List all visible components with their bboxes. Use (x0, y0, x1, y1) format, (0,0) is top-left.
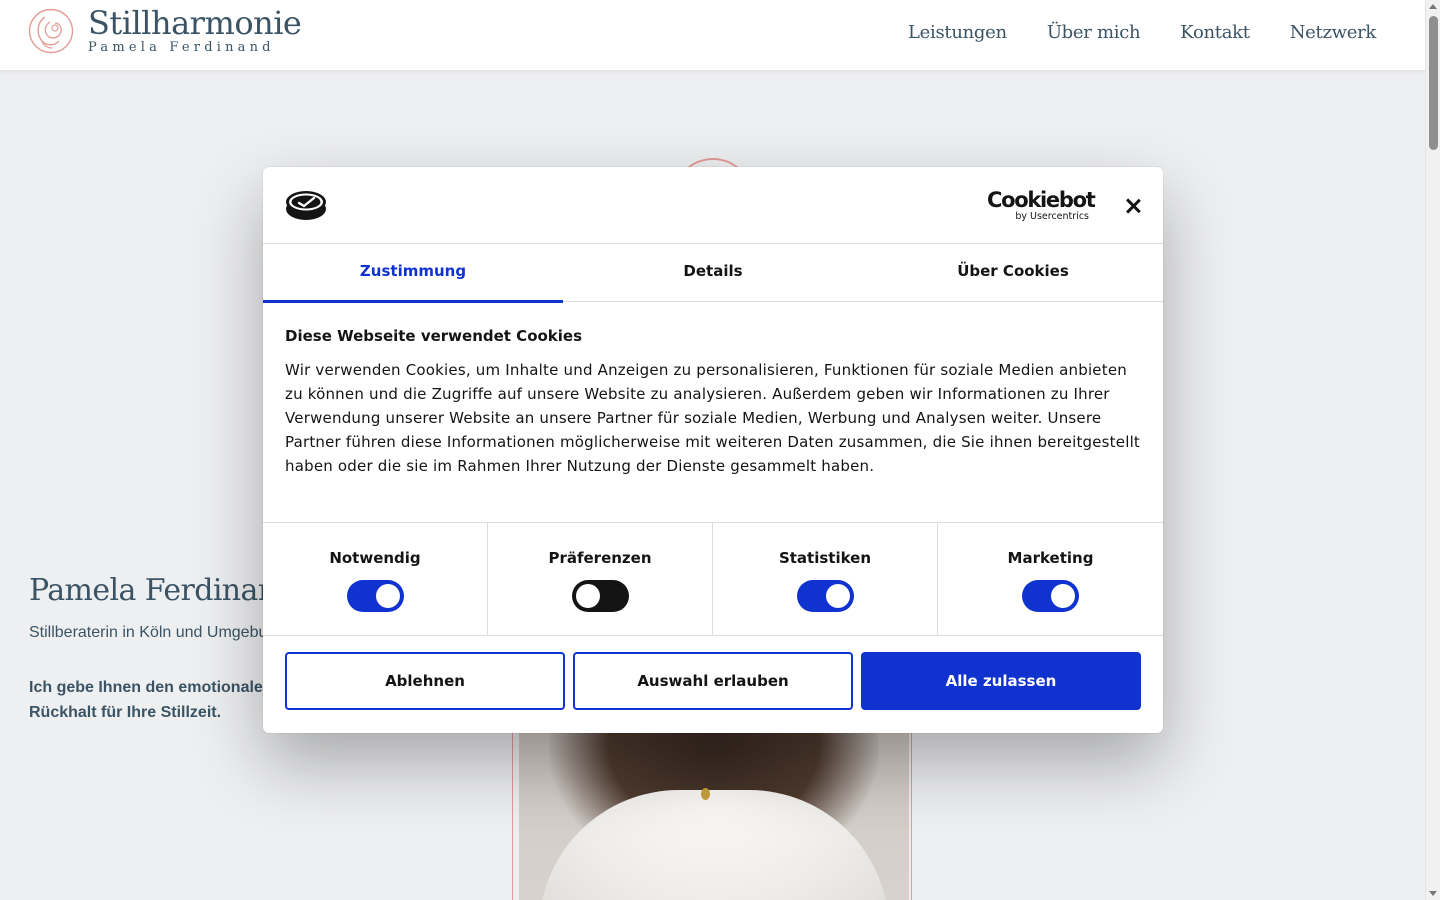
category-label: Marketing (1007, 549, 1094, 567)
dialog-body: Diese Webseite verwendet Cookies Wir ver… (285, 326, 1141, 478)
dialog-header: Cookiebot by Usercentrics (263, 167, 1163, 244)
tab-ueber-cookies[interactable]: Über Cookies (863, 244, 1163, 302)
category-label: Notwendig (329, 549, 421, 567)
tab-details[interactable]: Details (563, 244, 863, 302)
cookiebot-by: by Usercentrics (1015, 211, 1089, 222)
hero-name: Pamela Ferdinand (29, 573, 296, 608)
logo-subtitle: Pamela Ferdinand (88, 40, 275, 55)
category-praeferenzen: Präferenzen (488, 523, 713, 636)
site-header: Stillharmonie Pamela Ferdinand Leistunge… (0, 0, 1425, 70)
nav-item-ueber-mich[interactable]: Über mich (1047, 22, 1141, 43)
toggle-praeferenzen[interactable] (571, 580, 629, 612)
consent-categories: Notwendig Präferenzen Statistiken Market… (263, 522, 1163, 636)
decline-button[interactable]: Ablehnen (285, 652, 565, 710)
cookie-consent-dialog: Cookiebot by Usercentrics Zustimmung Det… (263, 167, 1163, 733)
dialog-description: Wir verwenden Cookies, um Inhalte und An… (285, 361, 1141, 475)
hero-role: Stillberaterin in Köln und Umgebung (29, 624, 286, 641)
cookiebot-name: Cookiebot (987, 188, 1096, 212)
toggle-marketing[interactable] (1022, 580, 1079, 612)
allow-selection-button[interactable]: Auswahl erlauben (573, 652, 853, 710)
scroll-down-arrow-icon[interactable] (1429, 891, 1437, 896)
toggle-statistiken[interactable] (796, 580, 854, 612)
toggle-knob (825, 584, 850, 608)
page-scrollbar[interactable] (1425, 0, 1440, 900)
cookiebot-logo-icon (286, 191, 326, 220)
logo-title: Stillharmonie (88, 4, 302, 42)
scrollbar-thumb[interactable] (1429, 16, 1438, 150)
nav-item-netzwerk[interactable]: Netzwerk (1290, 22, 1377, 43)
toggle-knob (375, 584, 400, 608)
nav-item-leistungen[interactable]: Leistungen (908, 22, 1007, 43)
cookiebot-brand[interactable]: Cookiebot by Usercentrics (987, 188, 1096, 223)
category-marketing: Marketing (938, 523, 1163, 636)
category-notwendig: Notwendig (263, 523, 488, 636)
category-statistiken: Statistiken (713, 523, 938, 636)
tab-zustimmung[interactable]: Zustimmung (263, 244, 563, 303)
site-logo[interactable]: Stillharmonie Pamela Ferdinand (28, 4, 302, 56)
dialog-title: Diese Webseite verwendet Cookies (285, 327, 583, 345)
toggle-knob (1051, 584, 1075, 608)
scroll-up-arrow-icon[interactable] (1429, 4, 1437, 9)
category-label: Präferenzen (548, 549, 652, 567)
dialog-tabs: Zustimmung Details Über Cookies (263, 244, 1163, 303)
nav-item-kontakt[interactable]: Kontakt (1180, 22, 1250, 43)
portrait-photo (519, 730, 909, 900)
close-icon[interactable] (1121, 194, 1145, 218)
toggle-knob (575, 584, 600, 608)
allow-all-button[interactable]: Alle zulassen (861, 652, 1141, 710)
dialog-actions: Ablehnen Auswahl erlauben Alle zulassen (285, 652, 1141, 710)
category-label: Statistiken (778, 549, 872, 567)
toggle-notwendig[interactable] (346, 580, 404, 612)
portrait-necklace (701, 788, 710, 800)
main-nav: Leistungen Über mich Kontakt Netzwerk (908, 22, 1376, 43)
stillharmonie-logo-icon (28, 8, 74, 54)
